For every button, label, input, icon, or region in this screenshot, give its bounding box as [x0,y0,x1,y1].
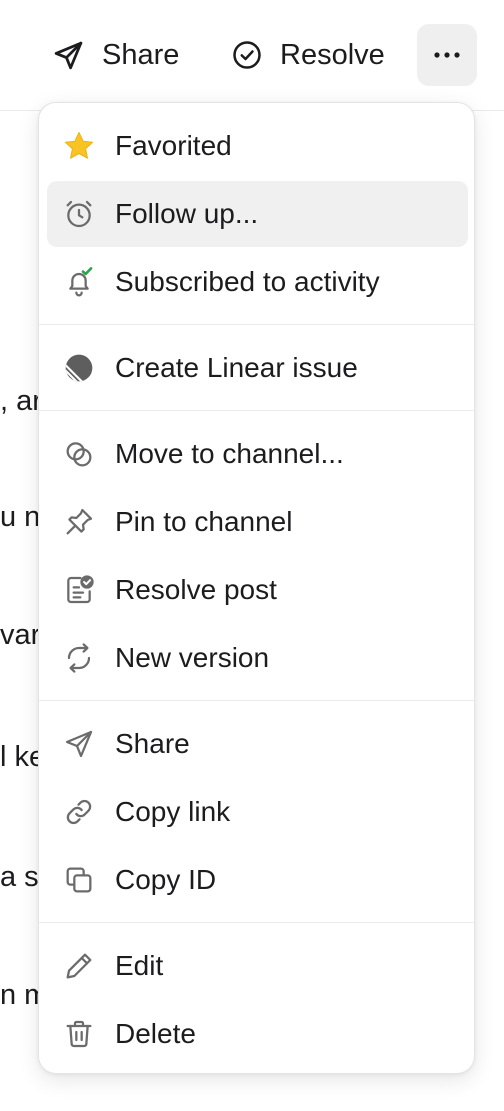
menu-item-label: Copy link [115,796,231,827]
menu-item-pin-to-channel[interactable]: Pin to channel [47,489,468,555]
pencil-icon [63,950,95,982]
menu-item-label: Create Linear issue [115,352,358,383]
resolve-button-label: Resolve [280,38,385,71]
share-button-label: Share [102,38,180,71]
menu-item-subscribed[interactable]: Subscribed to activity [47,249,468,315]
send-icon [63,728,95,760]
menu-item-label: Move to channel... [115,438,344,469]
copy-icon [63,864,95,896]
resolve-post-icon [63,574,95,606]
resolve-button[interactable]: Resolve [232,24,385,86]
post-text-fragment: , ar [0,385,42,417]
post-toolbar: Share Resolve [0,0,504,111]
menu-item-resolve-post[interactable]: Resolve post [47,557,468,623]
menu-item-label: Favorited [115,130,232,161]
menu-item-label: New version [115,642,270,673]
menu-item-label: Subscribed to activity [115,266,380,297]
menu-item-label: Edit [115,950,164,981]
pin-icon [63,506,95,538]
menu-item-label: Resolve post [115,574,277,605]
menu-item-create-linear-issue[interactable]: Create Linear issue [47,335,468,401]
menu-item-share[interactable]: Share [47,711,468,777]
menu-item-copy-id[interactable]: Copy ID [47,847,468,913]
send-icon [52,39,85,72]
refresh-icon [63,642,95,674]
menu-item-new-version[interactable]: New version [47,625,468,691]
menu-item-label: Delete [115,1018,196,1049]
alarm-clock-icon [63,198,95,230]
menu-item-label: Copy ID [115,864,217,895]
menu-divider [39,700,476,701]
trash-icon [63,1018,95,1050]
move-channel-icon [63,438,95,470]
menu-divider [39,410,476,411]
menu-item-delete[interactable]: Delete [47,1001,468,1067]
menu-divider [39,922,476,923]
post-text-fragment: u n [0,501,41,533]
menu-item-favorited[interactable]: Favorited [47,113,468,179]
menu-item-label: Pin to channel [115,506,293,537]
share-button[interactable]: Share [52,24,179,86]
post-text-fragment: a s [0,861,39,893]
star-icon [63,130,95,162]
check-circle-icon [232,40,262,70]
menu-item-label: Follow up... [115,198,259,229]
ellipsis-icon [433,46,461,64]
post-text-fragment: var [0,619,41,651]
linear-logo-icon [63,352,95,384]
menu-item-follow-up[interactable]: Follow up... [47,181,468,247]
menu-item-copy-link[interactable]: Copy link [47,779,468,845]
menu-item-label: Share [115,728,190,759]
menu-divider [39,324,476,325]
menu-item-edit[interactable]: Edit [47,933,468,999]
post-actions-menu: Favorited Follow up... Subscribed to act… [38,102,476,1074]
more-options-button[interactable] [417,24,477,86]
menu-item-move-to-channel[interactable]: Move to channel... [47,421,468,487]
link-icon [63,796,95,828]
bell-check-icon [63,266,95,298]
